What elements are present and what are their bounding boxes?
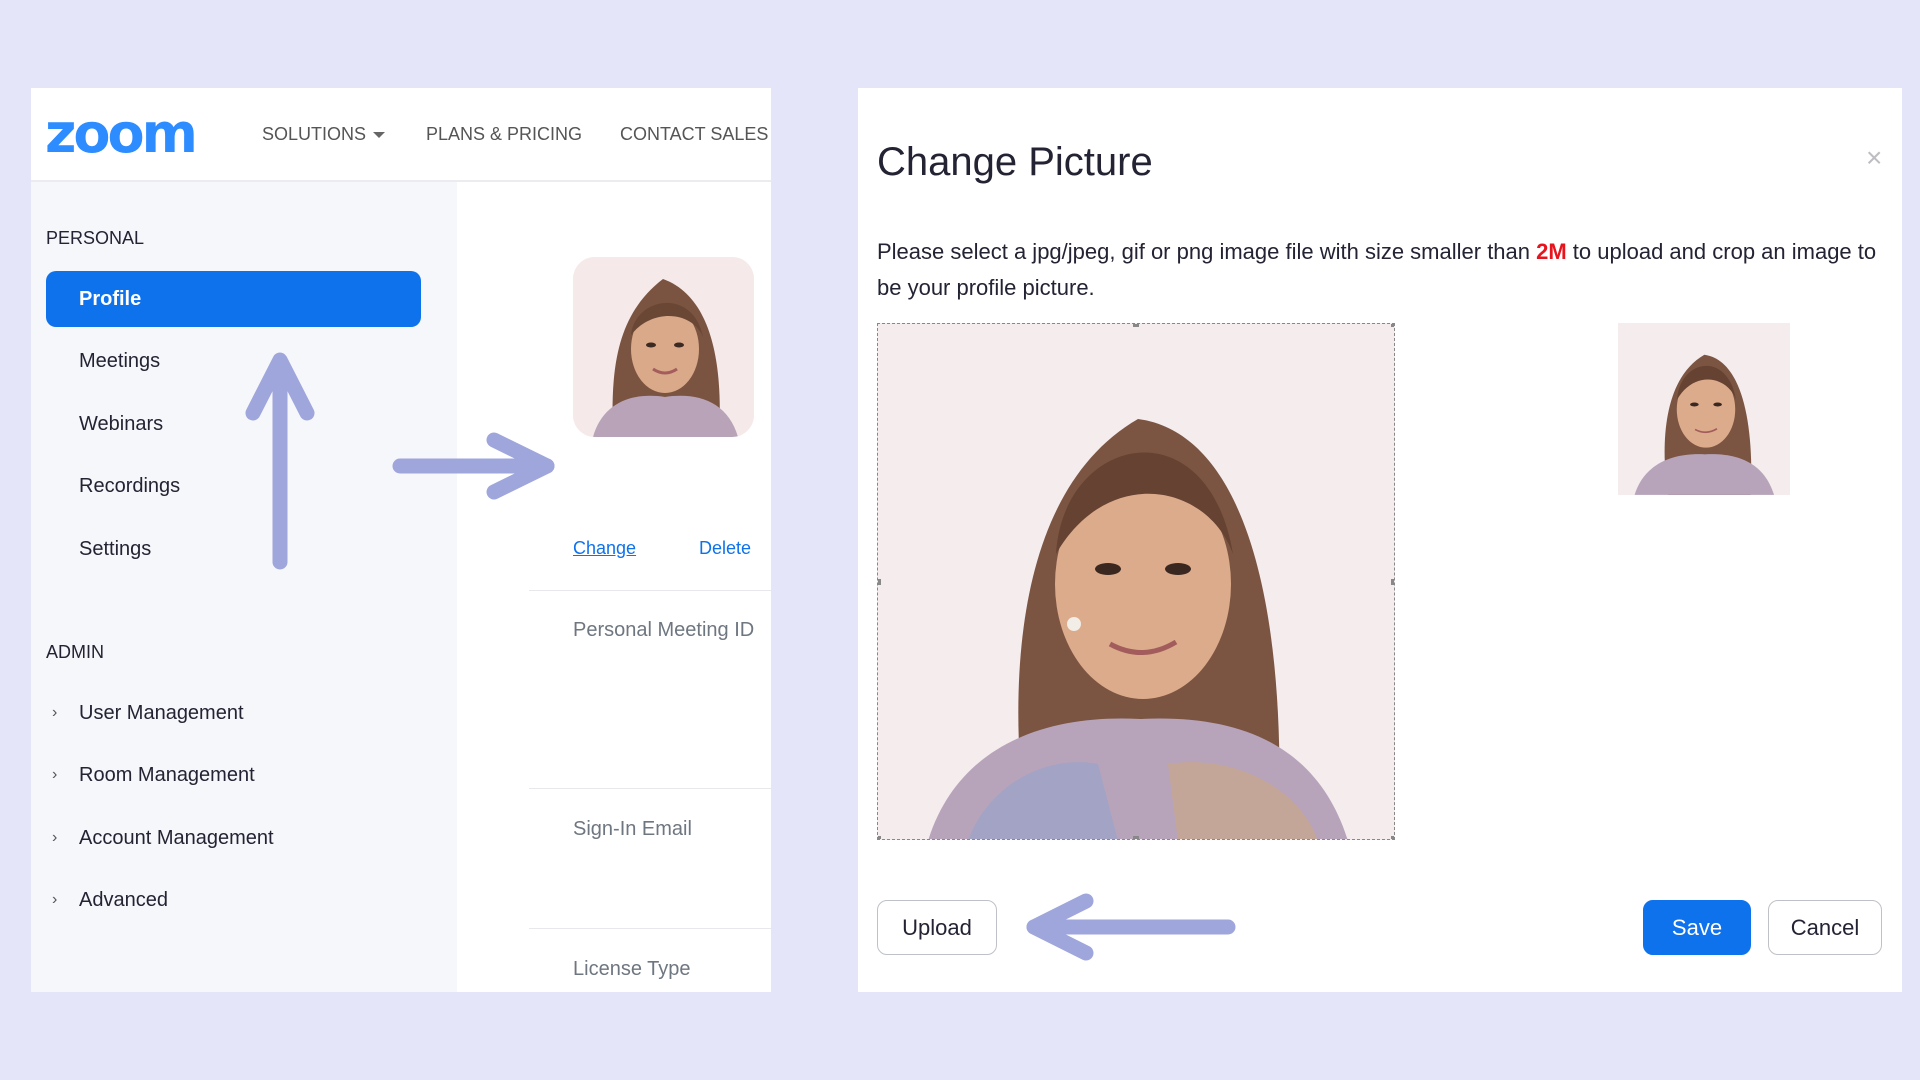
arrow-right-icon <box>392 432 555 500</box>
annotation-arrows <box>245 352 1236 961</box>
arrow-up-icon <box>245 352 315 570</box>
arrow-left-icon <box>1026 893 1236 961</box>
